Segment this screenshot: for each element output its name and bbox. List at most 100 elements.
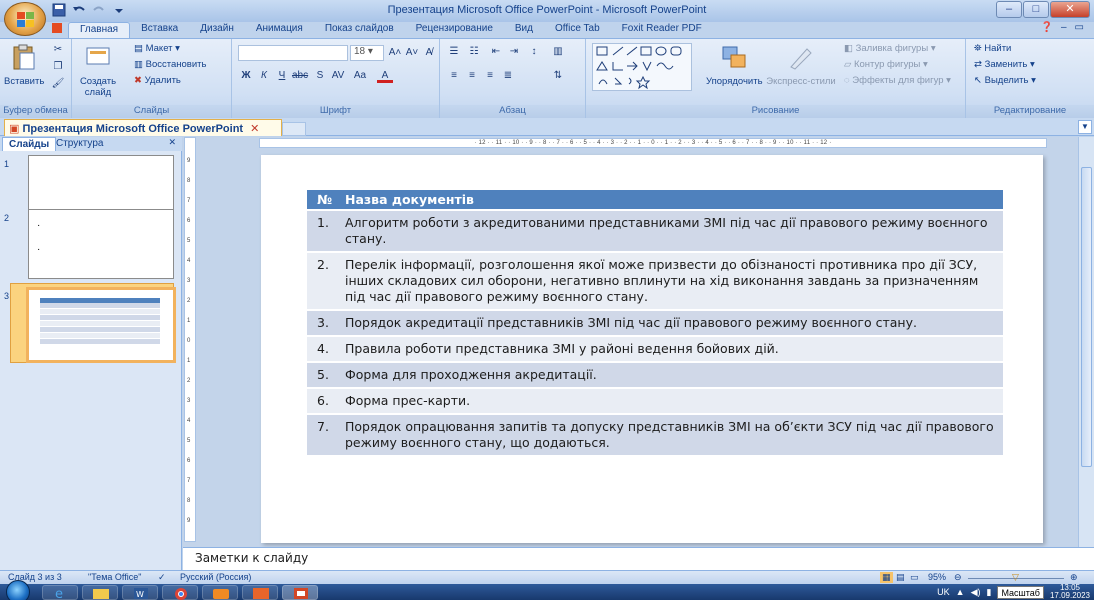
- font-color-icon[interactable]: A: [377, 69, 393, 83]
- copy-icon[interactable]: ❐: [50, 60, 66, 74]
- replace-button[interactable]: ⇄ Заменить ▾: [974, 59, 1035, 70]
- taskbar-app-g-icon[interactable]: [242, 585, 278, 600]
- decrease-indent-icon[interactable]: ⇤: [488, 45, 504, 59]
- bullets-icon[interactable]: ☰: [446, 45, 462, 59]
- network-icon[interactable]: ▮: [986, 587, 991, 598]
- align-center-icon[interactable]: ≡: [464, 69, 480, 83]
- shadow-icon[interactable]: S: [312, 69, 328, 83]
- numbering-icon[interactable]: ☷: [466, 45, 482, 59]
- zoom-in-icon[interactable]: ⊕: [1070, 572, 1078, 583]
- align-right-icon[interactable]: ≡: [482, 69, 498, 83]
- tab-design[interactable]: Дизайн: [189, 22, 245, 38]
- slide-thumbnail-3[interactable]: [26, 287, 176, 363]
- volume-icon[interactable]: ◀): [971, 587, 981, 598]
- table-row[interactable]: 4. Правила роботи представника ЗМІ у райо…: [307, 336, 1003, 363]
- taskbar-app-orange-icon[interactable]: [202, 585, 238, 600]
- change-case-icon[interactable]: Aa: [352, 69, 368, 83]
- new-slide-button[interactable]: Создать слайд: [76, 43, 120, 98]
- help-icon[interactable]: ❓: [1041, 22, 1053, 33]
- slideshow-icon[interactable]: ▭: [910, 572, 919, 583]
- reset-button[interactable]: ▥ Восстановить: [134, 59, 206, 70]
- taskbar-powerpoint-icon[interactable]: [282, 585, 318, 600]
- text-direction-icon[interactable]: ⇅: [550, 69, 566, 83]
- char-spacing-icon[interactable]: AV: [330, 69, 346, 83]
- vertical-scrollbar[interactable]: [1078, 137, 1094, 547]
- table-row[interactable]: 2. Перелік інформації, розголошення якої …: [307, 252, 1003, 311]
- new-document-tab[interactable]: [282, 122, 306, 136]
- taskbar-chrome-icon[interactable]: [162, 585, 198, 600]
- cut-icon[interactable]: ✂: [50, 43, 66, 57]
- clock[interactable]: 13:05 17.09.2023: [1050, 584, 1090, 600]
- taskbar-explorer-icon[interactable]: [82, 585, 118, 600]
- tab-view[interactable]: Вид: [504, 22, 544, 38]
- close-button[interactable]: ✕: [1050, 1, 1090, 18]
- document-tab[interactable]: ▣ Презентация Microsoft Office PowerPoin…: [4, 119, 282, 136]
- maximize-button[interactable]: □: [1023, 1, 1049, 18]
- tab-slides[interactable]: Слайды: [2, 137, 57, 151]
- line-spacing-icon[interactable]: ↕: [526, 45, 542, 59]
- ribbon-minimize-icon[interactable]: –: [1061, 22, 1067, 33]
- tab-foxit[interactable]: Foxit Reader PDF: [611, 22, 713, 38]
- slide-sorter-icon[interactable]: ▤: [896, 572, 905, 583]
- slide-thumbnail-2[interactable]: · ·: [28, 209, 174, 279]
- tab-review[interactable]: Рецензирование: [405, 22, 504, 38]
- font-size-field[interactable]: 18 ▾: [350, 45, 384, 61]
- clear-format-icon[interactable]: A̸: [421, 46, 437, 60]
- tab-office-tab[interactable]: Office Tab: [544, 22, 611, 38]
- tab-home[interactable]: Главная: [68, 22, 131, 38]
- tab-outline[interactable]: Структура: [50, 137, 109, 151]
- ribbon-restore-icon[interactable]: ▭: [1075, 22, 1084, 33]
- slide-canvas[interactable]: № Назва документів 1. Алгоритм роботи з а…: [261, 155, 1043, 543]
- find-button[interactable]: ⛯ Найти: [974, 43, 1011, 54]
- shape-outline-button[interactable]: ▱ Контур фигуры ▾: [844, 59, 928, 70]
- tab-office-icon[interactable]: [46, 22, 68, 38]
- table-row[interactable]: 3. Порядок акредитації представників ЗМІ …: [307, 310, 1003, 337]
- spellcheck-icon[interactable]: ✓: [158, 572, 166, 583]
- taskbar-edge-icon[interactable]: e: [42, 585, 78, 600]
- shape-fill-button[interactable]: ◧ Заливка фигуры ▾: [844, 43, 936, 54]
- documents-table[interactable]: № Назва документів 1. Алгоритм роботи з а…: [307, 190, 1003, 457]
- font-name-field[interactable]: [238, 45, 348, 61]
- zoom-slider-thumb[interactable]: ▽: [1012, 572, 1019, 583]
- arrange-button[interactable]: Упорядочить: [706, 43, 763, 87]
- italic-icon[interactable]: К: [256, 69, 272, 83]
- office-button[interactable]: [4, 2, 46, 36]
- layout-button[interactable]: ▤ Макет ▾: [134, 43, 180, 54]
- tab-insert[interactable]: Вставка: [130, 22, 189, 38]
- zoom-out-icon[interactable]: ⊖: [954, 572, 962, 583]
- shape-effects-button[interactable]: ◌ Эффекты для фигур ▾: [844, 75, 951, 86]
- format-painter-icon[interactable]: 🖌: [50, 77, 66, 91]
- taskbar-word-icon[interactable]: W: [122, 585, 158, 600]
- table-row[interactable]: 1. Алгоритм роботи з акредитованими предс…: [307, 210, 1003, 253]
- language-indicator[interactable]: Русский (Россия): [180, 572, 251, 582]
- scrollbar-thumb[interactable]: [1081, 167, 1092, 467]
- select-button[interactable]: ↖ Выделить ▾: [974, 75, 1036, 86]
- tray-arrow-icon[interactable]: ▲: [956, 587, 965, 597]
- table-row[interactable]: 6. Форма прес-карти.: [307, 388, 1003, 415]
- delete-slide-button[interactable]: ✖ Удалить: [134, 75, 181, 86]
- normal-view-icon[interactable]: ▦: [880, 572, 893, 583]
- table-row[interactable]: 7. Порядок опрацювання запитів та допуску…: [307, 414, 1003, 457]
- input-language[interactable]: UK: [937, 587, 950, 597]
- tab-slideshow[interactable]: Показ слайдов: [314, 22, 405, 38]
- minimize-button[interactable]: –: [996, 1, 1022, 18]
- document-tab-close-icon[interactable]: ✕: [250, 123, 259, 135]
- justify-icon[interactable]: ≣: [500, 69, 516, 83]
- shrink-font-icon[interactable]: A˅: [404, 46, 420, 60]
- tab-animation[interactable]: Анимация: [245, 22, 314, 38]
- tab-list-dropdown-icon[interactable]: ▼: [1078, 120, 1092, 134]
- shapes-gallery[interactable]: [592, 43, 692, 91]
- align-left-icon[interactable]: ≡: [446, 69, 462, 83]
- table-row[interactable]: 5. Форма для проходження акредитації.: [307, 362, 1003, 389]
- columns-icon[interactable]: ▥: [550, 45, 566, 59]
- start-button[interactable]: [6, 580, 30, 600]
- zoom-level[interactable]: 95%: [928, 572, 946, 582]
- increase-indent-icon[interactable]: ⇥: [506, 45, 522, 59]
- panel-close-icon[interactable]: ✕: [168, 137, 176, 148]
- underline-icon[interactable]: Ч: [274, 69, 290, 83]
- paste-button[interactable]: Вставить: [4, 43, 44, 87]
- quick-styles-button[interactable]: Экспресс-стили: [766, 43, 836, 87]
- grow-font-icon[interactable]: A˄: [387, 46, 403, 60]
- bold-icon[interactable]: Ж: [238, 69, 254, 83]
- notes-pane[interactable]: Заметки к слайду: [183, 547, 1094, 570]
